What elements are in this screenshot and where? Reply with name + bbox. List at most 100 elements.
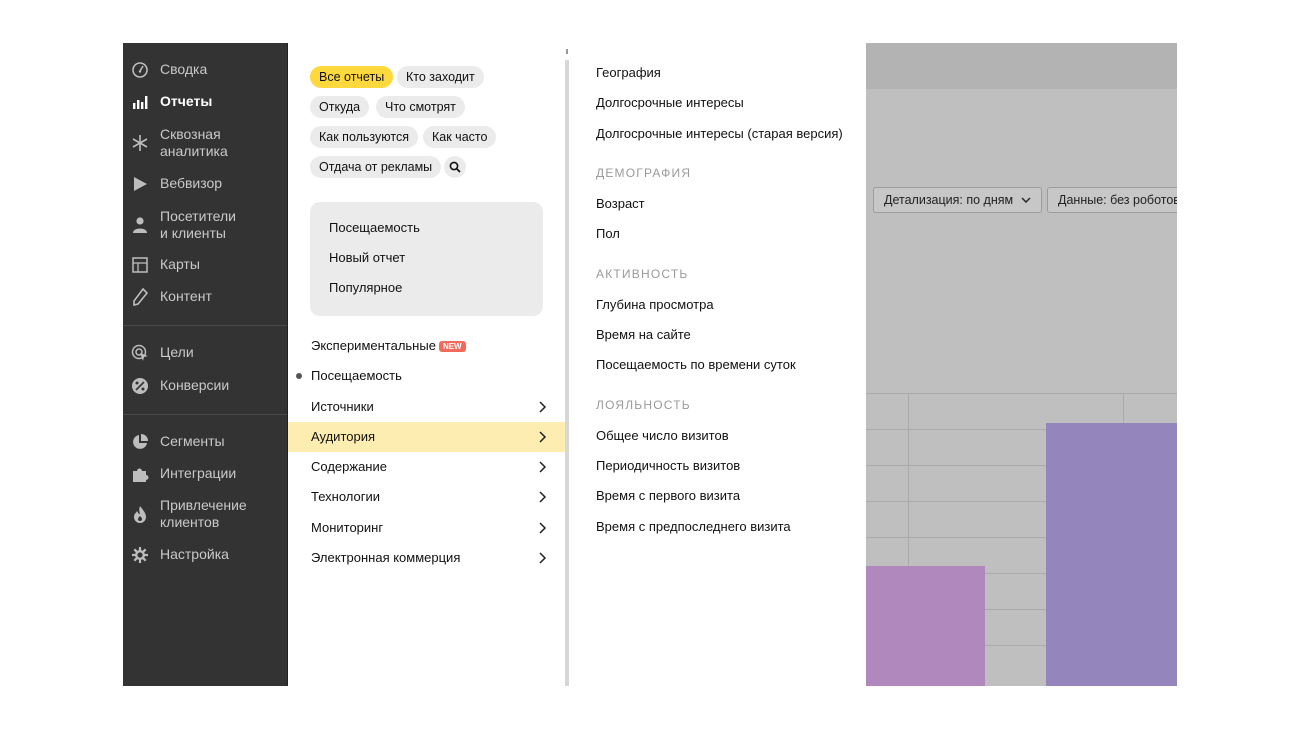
group-heading: АКТИВНОСТЬ	[596, 267, 689, 281]
new-badge: NEW	[438, 341, 466, 352]
report-link[interactable]: Долгосрочные интересы	[596, 95, 744, 110]
reports-menu: Все отчеты Кто заходит Откуда Что смотря…	[287, 43, 566, 686]
category-label: Содержание	[311, 459, 387, 474]
chevron-right-icon	[539, 461, 547, 473]
sidebar-item-reports[interactable]: Отчеты	[123, 93, 287, 111]
map-grid-icon	[131, 256, 149, 274]
report-link[interactable]: Посещаемость по времени суток	[596, 357, 796, 372]
category-sources[interactable]: Источники	[288, 392, 565, 422]
data-filter-dropdown: Данные: без роботов	[1047, 187, 1177, 213]
report-link[interactable]: Периодичность визитов	[596, 458, 740, 473]
category-label: Источники	[311, 399, 374, 414]
grid-line	[866, 393, 1177, 394]
sidebar-item-label: Привлечение клиентов	[160, 497, 247, 530]
sidebar-item-webvisor[interactable]: Вебвизор	[123, 175, 287, 193]
chip-ad-return[interactable]: Отдача от рекламы	[310, 156, 442, 178]
chip-where-from[interactable]: Откуда	[310, 96, 370, 118]
category-content[interactable]: Содержание	[288, 452, 565, 482]
chip-how-often[interactable]: Как часто	[423, 126, 497, 148]
category-ecommerce[interactable]: Электронная коммерция	[288, 543, 565, 573]
sidebar-item-conversions[interactable]: Конверсии	[123, 377, 287, 395]
play-icon	[131, 175, 149, 193]
sidebar-item-segments[interactable]: Сегменты	[123, 433, 287, 451]
favorite-item[interactable]: Популярное	[329, 280, 402, 295]
sidebar-item-label: Вебвизор	[160, 175, 223, 191]
pie-icon	[131, 433, 149, 451]
sidebar-item-label: Цели	[160, 344, 194, 360]
current-dot-icon	[296, 373, 302, 379]
main-sidebar: Сводка Отчеты Сквозная аналитика Вебвизо…	[123, 43, 287, 686]
sidebar-item-goals[interactable]: Цели	[123, 344, 287, 362]
sidebar-divider	[123, 414, 287, 415]
category-experimental[interactable]: Экспериментальные NEW	[288, 331, 565, 361]
sidebar-item-label: Сегменты	[160, 433, 225, 449]
chevron-down-icon	[1021, 197, 1031, 203]
sidebar-item-summary[interactable]: Сводка	[123, 61, 287, 79]
favorite-item[interactable]: Посещаемость	[329, 220, 420, 235]
sidebar-item-maps[interactable]: Карты	[123, 256, 287, 274]
category-technology[interactable]: Технологии	[288, 482, 565, 512]
scrollbar-grip	[566, 49, 568, 54]
target-cursor-icon	[131, 344, 149, 362]
sidebar-item-client-acquisition[interactable]: Привлечение клиентов	[123, 497, 287, 531]
sidebar-divider	[123, 325, 287, 326]
chart-bar	[866, 566, 985, 686]
sidebar-item-label: Контент	[160, 288, 212, 304]
percent-icon	[131, 377, 149, 395]
report-link[interactable]: Долгосрочные интересы (старая версия)	[596, 126, 843, 141]
detail-dropdown: Детализация: по дням	[873, 187, 1042, 213]
person-icon	[131, 216, 149, 234]
favorites-box: Посещаемость Новый отчет Популярное	[310, 202, 543, 316]
report-link[interactable]: Глубина просмотра	[596, 297, 714, 312]
pen-icon	[131, 288, 149, 306]
puzzle-icon	[131, 465, 149, 483]
report-link[interactable]: Общее число визитов	[596, 428, 729, 443]
sidebar-item-label: Сводка	[160, 61, 208, 77]
gear-icon	[131, 546, 149, 564]
sidebar-item-label: Посетители и клиенты	[160, 208, 236, 241]
category-label: Посещаемость	[311, 368, 402, 383]
category-label: Мониторинг	[311, 520, 384, 535]
chevron-right-icon	[539, 401, 547, 413]
sidebar-item-label: Конверсии	[160, 377, 230, 393]
chip-how-they-use[interactable]: Как пользуются	[310, 126, 418, 148]
report-link[interactable]: Время с предпоследнего визита	[596, 519, 791, 534]
report-link[interactable]: Время на сайте	[596, 327, 691, 342]
report-link[interactable]: География	[596, 65, 661, 80]
sidebar-item-integrations[interactable]: Интеграции	[123, 465, 287, 483]
menu-scrollbar[interactable]	[565, 60, 569, 686]
app-window: Сводка Отчеты Сквозная аналитика Вебвизо…	[123, 43, 1177, 686]
background-report-overlay: Детализация: по дням Данные: без роботов	[866, 43, 1177, 686]
sidebar-item-label: Интеграции	[160, 465, 237, 481]
search-button[interactable]	[444, 156, 466, 178]
detail-dropdown-label: Детализация: по дням	[884, 193, 1014, 207]
category-traffic[interactable]: Посещаемость	[288, 361, 565, 391]
chevron-right-icon	[539, 491, 547, 503]
report-link[interactable]: Возраст	[596, 196, 645, 211]
chip-all-reports[interactable]: Все отчеты	[310, 66, 394, 88]
snowflake-icon	[131, 134, 149, 152]
chip-who-visits[interactable]: Кто заходит	[397, 66, 484, 88]
sidebar-item-label: Отчеты	[160, 93, 213, 109]
sidebar-item-content[interactable]: Контент	[123, 288, 287, 306]
group-heading: ЛОЯЛЬНОСТЬ	[596, 398, 691, 412]
background-header	[866, 43, 1177, 89]
gauge-icon	[131, 61, 149, 79]
report-link[interactable]: Пол	[596, 226, 620, 241]
sidebar-item-label: Сквозная аналитика	[160, 126, 228, 159]
report-link[interactable]: Время с первого визита	[596, 488, 740, 503]
sidebar-item-end-to-end-analytics[interactable]: Сквозная аналитика	[123, 126, 287, 160]
sidebar-item-label: Карты	[160, 256, 200, 272]
category-label: Электронная коммерция	[311, 550, 461, 565]
category-monitoring[interactable]: Мониторинг	[288, 513, 565, 543]
sidebar-item-label: Настройка	[160, 546, 229, 562]
category-audience[interactable]: Аудитория	[288, 422, 565, 452]
category-label: Экспериментальные	[311, 338, 436, 353]
flame-icon	[131, 505, 149, 523]
category-label: Технологии	[311, 489, 381, 504]
sidebar-item-settings[interactable]: Настройка	[123, 546, 287, 564]
chip-what-they-view[interactable]: Что смотрят	[376, 96, 465, 118]
favorite-item[interactable]: Новый отчет	[329, 250, 405, 265]
chevron-right-icon	[539, 522, 547, 534]
sidebar-item-visitors[interactable]: Посетители и клиенты	[123, 208, 287, 242]
